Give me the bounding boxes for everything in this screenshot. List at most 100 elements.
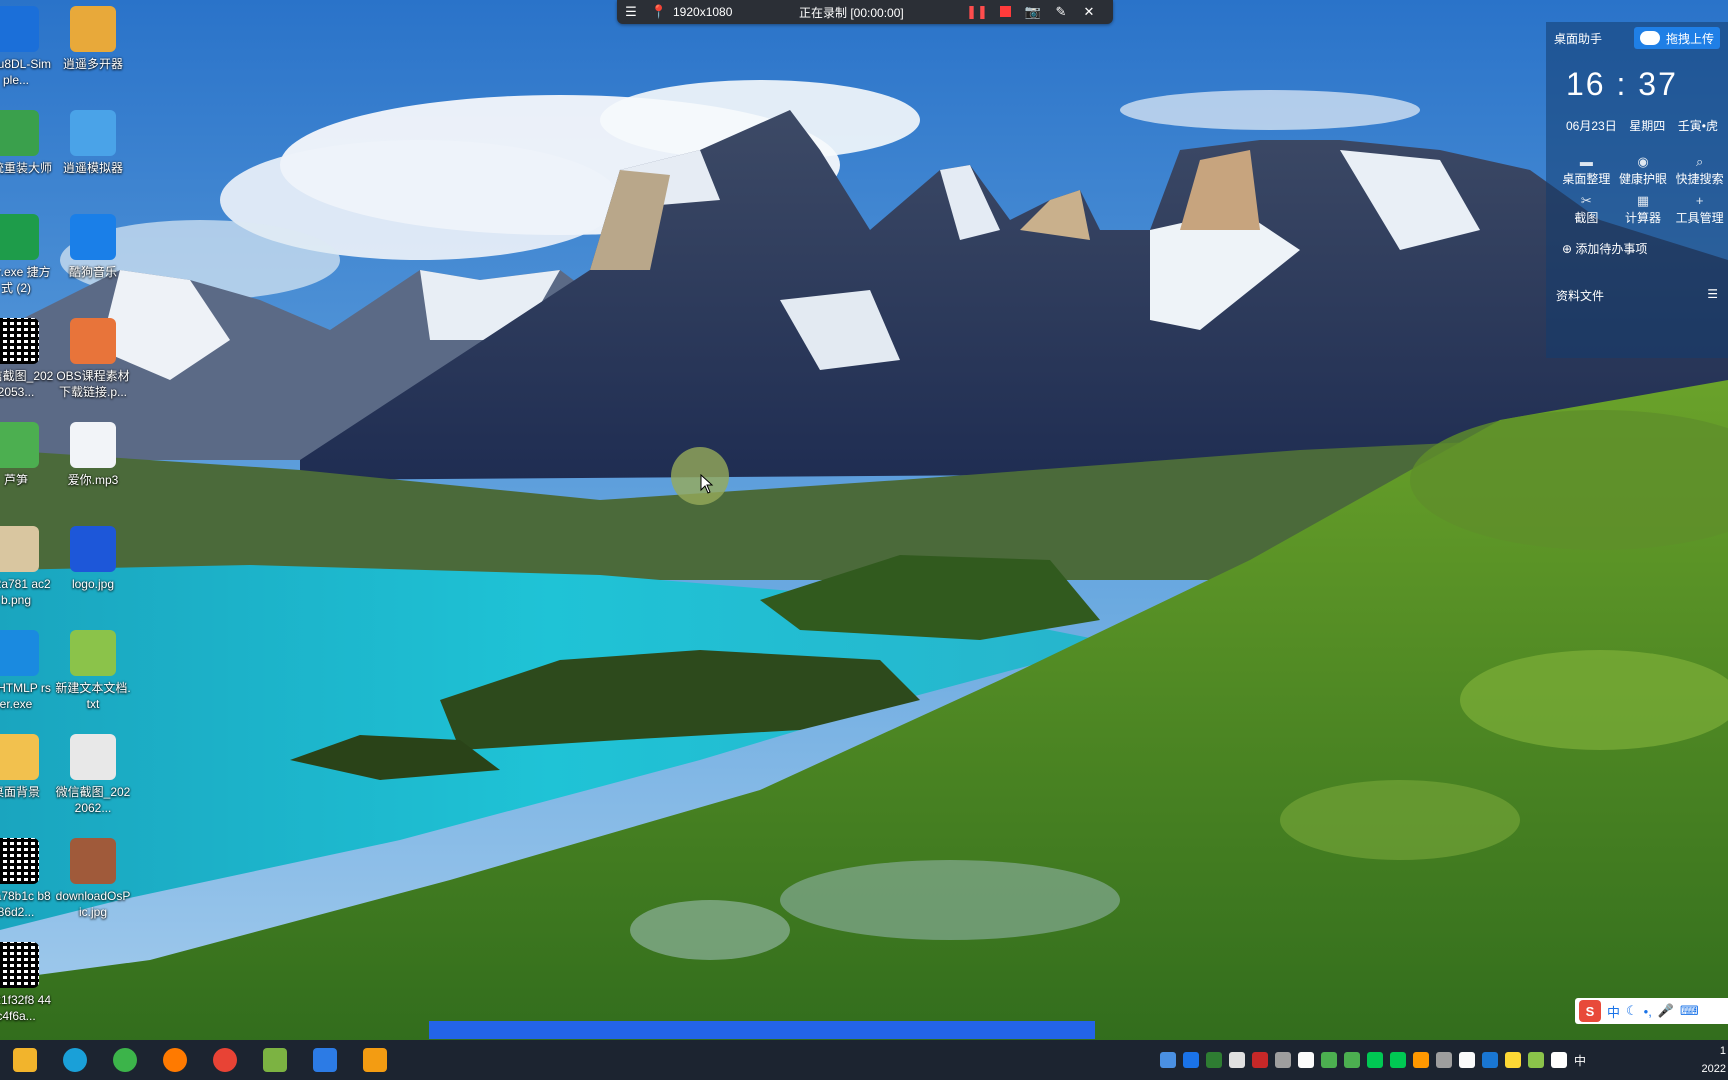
- widget-lunar: 壬寅•虎: [1677, 119, 1718, 133]
- close-icon[interactable]: ✕: [1075, 4, 1103, 20]
- tray-icon[interactable]: [1206, 1052, 1222, 1068]
- fiddler-icon: [0, 214, 39, 260]
- tray-icon[interactable]: [1275, 1052, 1291, 1068]
- desktop-icon[interactable]: m3u8DL-Simple...: [0, 6, 54, 88]
- tray-icon[interactable]: [1551, 1052, 1567, 1068]
- jpg-file-icon: [70, 526, 116, 572]
- microphone-icon[interactable]: 🎤: [1658, 1003, 1674, 1019]
- widget-tool-label: 快捷搜索: [1675, 172, 1724, 186]
- chrome-taskbar-button[interactable]: [200, 1040, 250, 1080]
- widget-title: 桌面助手: [1554, 31, 1603, 46]
- tray-icon[interactable]: [1229, 1052, 1245, 1068]
- desktop-icon[interactable]: 1ea78b1c b886d2...: [0, 838, 54, 920]
- desktop-icon[interactable]: 桌面背景: [0, 734, 54, 800]
- list-icon[interactable]: ☰: [1707, 287, 1718, 304]
- recording-resolution[interactable]: 1920x1080: [673, 5, 769, 19]
- ime-mode[interactable]: 中: [1607, 1002, 1620, 1021]
- calculator-icon: ▦: [1636, 193, 1650, 208]
- desktop-icon[interactable]: 系统重装大师: [0, 110, 54, 176]
- desktop-icon[interactable]: downloadOsPic.jpg: [55, 838, 131, 920]
- desktop-icon[interactable]: d621f32f8 44c4f6a...: [0, 942, 54, 1024]
- desktop-icon[interactable]: 微信截图_2022062...: [55, 734, 131, 816]
- camera-icon[interactable]: 📷: [1019, 4, 1047, 20]
- tray-icon[interactable]: [1344, 1052, 1360, 1068]
- desktop-icon[interactable]: 芦笋: [0, 422, 54, 488]
- tray-icon[interactable]: [1160, 1052, 1176, 1068]
- widget-tool-label: 健康护眼: [1618, 172, 1667, 186]
- desktop-icon[interactable]: 062a781 ac2b.png: [0, 526, 54, 608]
- clock-time: 1: [1719, 1045, 1726, 1057]
- tray-icon[interactable]: [1459, 1052, 1475, 1068]
- desktop-icon[interactable]: OBS课程素材下载链接.p...: [55, 318, 131, 400]
- desktop-icon[interactable]: 酷狗音乐: [55, 214, 131, 280]
- keyboard-icon[interactable]: ⌨: [1680, 1003, 1699, 1019]
- widget-tool[interactable]: ◉ 健康护眼: [1615, 154, 1672, 187]
- desktop-icon-label: 系统重装大师: [0, 161, 52, 175]
- recording-toolbar: ☰ 📍 1920x1080 正在录制 [00:00:00] ❚❚ 📷 ✎ ✕: [617, 0, 1113, 24]
- desktop-icon[interactable]: 逍遥多开器: [55, 6, 131, 72]
- tray-ime-indicator[interactable]: 中: [1574, 1052, 1586, 1069]
- menu-icon[interactable]: ☰: [617, 4, 645, 20]
- widget-tool[interactable]: ▦ 计算器: [1615, 193, 1672, 226]
- desktop-icon[interactable]: EEHTMLP rser.exe: [0, 630, 54, 712]
- desktop-icon[interactable]: dler.exe 捷方式 (2): [0, 214, 54, 296]
- tray-icon[interactable]: [1413, 1052, 1429, 1068]
- desktop-icon[interactable]: 爱你.mp3: [55, 422, 131, 488]
- widget-tool[interactable]: + 工具管理: [1671, 193, 1728, 226]
- widget-tool-label: 桌面整理: [1562, 172, 1611, 186]
- desktop-icon[interactable]: 新建文本文档.txt: [55, 630, 131, 712]
- files-section[interactable]: 资料文件 ☰: [1546, 257, 1728, 304]
- tray-icon[interactable]: [1505, 1052, 1521, 1068]
- file-explorer-taskbar-button[interactable]: [0, 1040, 50, 1080]
- text-editor-icon: [263, 1048, 287, 1072]
- video-recorder-taskbar-button[interactable]: [350, 1040, 400, 1080]
- baidu-netdisk-taskbar-button[interactable]: [300, 1040, 350, 1080]
- punctuation-icon[interactable]: •,: [1644, 1004, 1652, 1019]
- drag-upload-button[interactable]: 拖拽上传: [1633, 27, 1720, 49]
- firefox-taskbar-button[interactable]: [150, 1040, 200, 1080]
- search-icon: ⌕: [1696, 154, 1704, 169]
- lusun-icon: [0, 422, 39, 468]
- edge-browser-taskbar-button[interactable]: [50, 1040, 100, 1080]
- xiaoyao-multi-icon: [70, 6, 116, 52]
- 360-browser-taskbar-button[interactable]: [100, 1040, 150, 1080]
- desktop-wallpaper: [0, 0, 1728, 1080]
- pen-icon[interactable]: ✎: [1047, 4, 1075, 20]
- add-todo-button[interactable]: ⊕ 添加待办事项: [1546, 226, 1728, 257]
- text-editor-taskbar-button[interactable]: [250, 1040, 300, 1080]
- widget-tool[interactable]: ⌕ 快捷搜索: [1671, 154, 1728, 187]
- add-todo-label: 添加待办事项: [1575, 242, 1648, 256]
- photo-file-icon: [70, 838, 116, 884]
- mouse-pointer-icon: [700, 474, 714, 494]
- tray-icon[interactable]: [1321, 1052, 1337, 1068]
- stop-icon[interactable]: [991, 5, 1019, 20]
- system-reinstall-icon: [0, 110, 39, 156]
- pin-icon[interactable]: 📍: [645, 4, 673, 20]
- desktop-icon[interactable]: 微信截图_2022053...: [0, 318, 54, 400]
- tray-icon[interactable]: [1183, 1052, 1199, 1068]
- letter-n-app-icon: [0, 6, 39, 52]
- system-tray: 中: [1160, 1040, 1586, 1080]
- desktop-icon[interactable]: logo.jpg: [55, 526, 131, 592]
- upload-label: 拖拽上传: [1665, 31, 1714, 46]
- qr-image-icon: [0, 942, 39, 988]
- tray-icon[interactable]: [1252, 1052, 1268, 1068]
- desktop-icon[interactable]: 逍遥模拟器: [55, 110, 131, 176]
- tray-icon[interactable]: [1390, 1052, 1406, 1068]
- tray-icon[interactable]: [1482, 1052, 1498, 1068]
- tray-icon[interactable]: [1528, 1052, 1544, 1068]
- ime-toolbar[interactable]: S 中 ☾ •, 🎤 ⌨: [1575, 998, 1728, 1024]
- moon-icon[interactable]: ☾: [1626, 1003, 1638, 1019]
- pptx-file-icon: [70, 318, 116, 364]
- tray-icon[interactable]: [1367, 1052, 1383, 1068]
- widget-tool[interactable]: ✂ 截图: [1558, 193, 1615, 226]
- taskbar-clock[interactable]: 1 2022: [1702, 1042, 1726, 1078]
- pause-icon[interactable]: ❚❚: [963, 4, 991, 20]
- desktop-icon-label: OBS课程素材下载链接.p...: [56, 369, 130, 399]
- widget-tool[interactable]: ▬ 桌面整理: [1558, 154, 1615, 187]
- tray-icon[interactable]: [1298, 1052, 1314, 1068]
- desktop-icon-label: d621f32f8 44c4f6a...: [0, 993, 52, 1023]
- taskbar-apps: [0, 1040, 400, 1080]
- tray-icon[interactable]: [1436, 1052, 1452, 1068]
- widget-date: 06月23日: [1566, 119, 1617, 133]
